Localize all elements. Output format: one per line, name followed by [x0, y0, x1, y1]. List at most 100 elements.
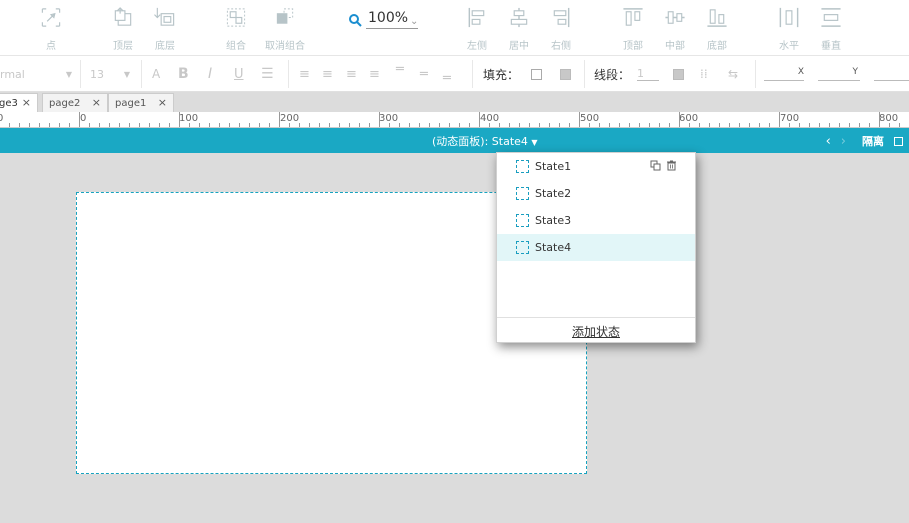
ruler-tick: [29, 123, 30, 127]
underline-icon[interactable]: U: [234, 56, 244, 92]
valign-top-icon[interactable]: ═: [396, 56, 404, 92]
state-label: State1: [535, 160, 572, 173]
format-toolbar: rmal ▼ 13 ▼ A B I U ☰ ≡ ≡ ≡ ≡ ═ ═ ═ 填充： …: [0, 56, 909, 92]
expand-icon[interactable]: [894, 136, 903, 146]
ruler-tick: [69, 123, 70, 127]
distribute-vertical-icon: [821, 8, 841, 27]
ruler-tick: [229, 123, 230, 127]
state-item[interactable]: State3: [497, 207, 695, 234]
horizontal-ruler: 0 0 100 200 300 400 500 600 700 800: [0, 112, 909, 128]
stroke-width-input[interactable]: 1: [637, 56, 661, 92]
divider: [141, 60, 142, 88]
close-icon[interactable]: ×: [158, 96, 167, 109]
align-bottom-label: 底部: [707, 41, 727, 52]
ruler-tick: [259, 123, 260, 127]
arrow-style-icon[interactable]: ⇆: [728, 56, 738, 92]
ruler-tick: [789, 123, 790, 127]
ruler-tick: [339, 123, 340, 127]
stroke-color-button[interactable]: [673, 56, 684, 92]
align-text-justify-icon[interactable]: ≡: [369, 56, 380, 92]
isolate-button[interactable]: 隔离: [862, 133, 884, 149]
ruler-tick: [169, 123, 170, 127]
ruler-tick: [359, 123, 360, 127]
ruler-tick: [599, 123, 600, 127]
bullet-list-icon[interactable]: ☰: [261, 56, 274, 92]
tab-page3[interactable]: ge3 ×: [0, 93, 38, 112]
width-field: [874, 67, 909, 81]
font-color-icon[interactable]: A: [152, 56, 160, 92]
ruler-tick: [879, 112, 880, 127]
ruler-tick: [89, 123, 90, 127]
valign-middle-icon[interactable]: ═: [420, 56, 428, 92]
duplicate-icon[interactable]: [650, 160, 661, 171]
distribute-vertical-label: 垂直: [821, 41, 841, 52]
ruler-tick: [179, 112, 180, 127]
ruler-tick: [269, 123, 270, 127]
ruler-tick: [49, 123, 50, 127]
bring-to-front-label: 顶层: [113, 41, 133, 52]
tab-page1[interactable]: page1 ×: [108, 93, 174, 112]
align-text-right-icon[interactable]: ≡: [346, 56, 357, 92]
font-style-value: rmal: [0, 67, 25, 81]
current-state: State4: [491, 135, 528, 148]
tab-page2[interactable]: page2 ×: [42, 93, 108, 112]
send-to-back-button[interactable]: 底层: [140, 4, 190, 52]
align-center-label: 居中: [509, 41, 529, 52]
send-to-back-icon: [154, 7, 175, 26]
font-size-select[interactable]: 13 ▼: [90, 56, 132, 92]
y-input[interactable]: Y: [818, 56, 860, 92]
align-bottom-button[interactable]: 底部: [692, 4, 742, 52]
ruler-tick: [449, 123, 450, 127]
ruler-tick: [499, 123, 500, 127]
align-text-left-icon[interactable]: ≡: [299, 56, 310, 92]
point-button[interactable]: 点: [26, 4, 76, 52]
fill-color-button[interactable]: [531, 56, 542, 92]
add-state-button[interactable]: 添加状态: [497, 323, 695, 340]
ruler-tick: [109, 123, 110, 127]
state-selector[interactable]: (动态面板): State4 ▼: [432, 133, 538, 149]
state-item[interactable]: State1: [497, 153, 695, 180]
fill-label-wrap: 填充：: [483, 56, 519, 92]
group-icon: [226, 8, 246, 27]
ruler-tick: [149, 123, 150, 127]
close-icon[interactable]: ×: [22, 96, 31, 109]
ruler-tick: [249, 123, 250, 127]
canvas[interactable]: [0, 153, 909, 523]
align-middle-label: 中部: [665, 41, 685, 52]
valign-bottom-icon[interactable]: ═: [443, 56, 451, 92]
group-button[interactable]: 组合: [211, 4, 261, 52]
ruler-tick: [189, 123, 190, 127]
chevron-right-icon[interactable]: ›: [841, 134, 846, 149]
stroke-width-value: 1: [637, 67, 659, 81]
fill-style-button[interactable]: [560, 56, 571, 92]
chevron-left-icon[interactable]: ‹: [826, 134, 831, 149]
ruler-tick: [829, 123, 830, 127]
width-input[interactable]: [874, 56, 909, 92]
bold-icon[interactable]: B: [178, 56, 189, 92]
state-item-selected[interactable]: State4: [497, 234, 695, 261]
ruler-tick: [689, 123, 690, 127]
ungroup-label: 取消组合: [265, 41, 305, 52]
align-text-center-icon[interactable]: ≡: [322, 56, 333, 92]
font-style-select[interactable]: rmal ▼: [0, 56, 74, 92]
y-field-label: Y: [818, 67, 860, 81]
chevron-down-icon[interactable]: ⌄: [410, 16, 418, 27]
zoom-control[interactable]: 100% ⌄: [348, 10, 418, 29]
ruler-label: 0: [0, 113, 3, 124]
close-icon[interactable]: ×: [92, 96, 101, 109]
state-item[interactable]: State2: [497, 180, 695, 207]
stroke-pattern-icon[interactable]: ⁞⁞: [700, 56, 708, 92]
ruler-tick: [609, 123, 610, 127]
x-input[interactable]: X: [764, 56, 804, 92]
ungroup-button[interactable]: 取消组合: [260, 4, 310, 52]
italic-icon[interactable]: I: [208, 56, 212, 92]
ruler-tick: [39, 123, 40, 127]
trash-icon[interactable]: [666, 160, 677, 171]
ruler-tick: [749, 123, 750, 127]
ruler-tick: [589, 123, 590, 127]
search-icon: [349, 13, 362, 27]
align-right-button[interactable]: 右侧: [536, 4, 586, 52]
ruler-tick: [679, 112, 680, 127]
ruler-tick: [569, 123, 570, 127]
distribute-vertical-button[interactable]: 垂直: [806, 4, 856, 52]
